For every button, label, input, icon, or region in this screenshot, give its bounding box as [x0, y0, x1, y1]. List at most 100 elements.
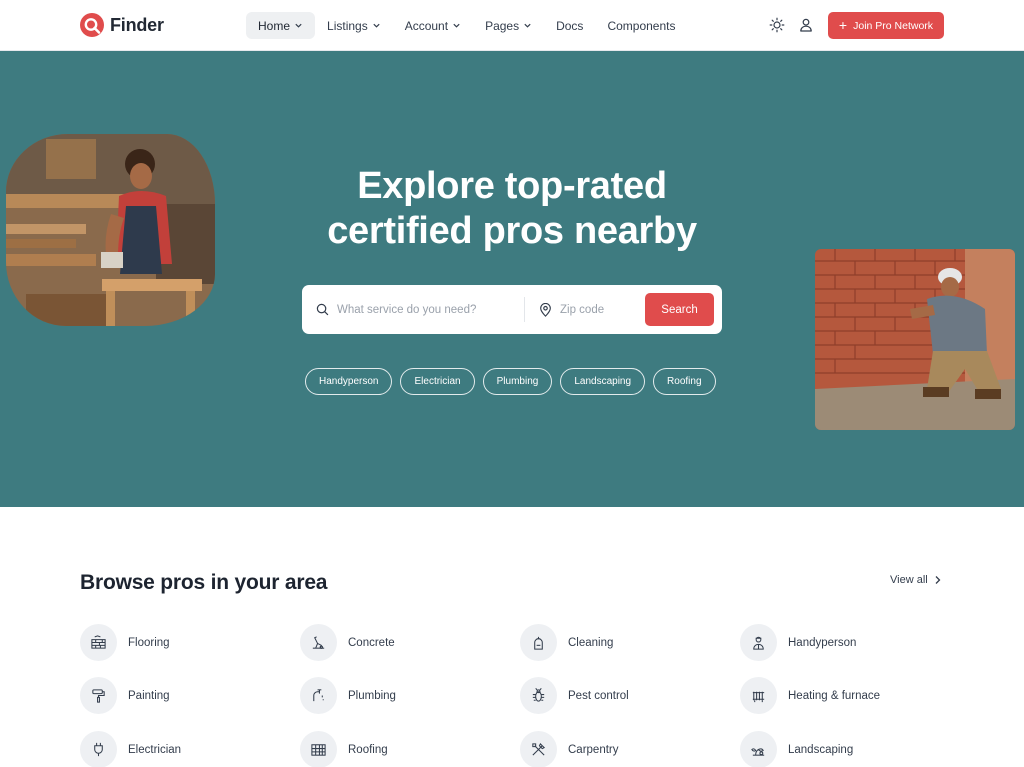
- flooring-icon-wrap: [80, 624, 117, 661]
- chip-landscaping[interactable]: Landscaping: [560, 368, 646, 395]
- category-label: Painting: [128, 689, 170, 702]
- category-label: Handyperson: [788, 636, 857, 649]
- search-divider: [524, 297, 525, 322]
- chip-plumbing[interactable]: Plumbing: [482, 368, 553, 395]
- sun-icon[interactable]: [769, 17, 785, 33]
- concrete-icon-wrap: [300, 624, 337, 661]
- roof-tiles-icon-wrap: [300, 731, 337, 767]
- hero-image-woodworker: [6, 134, 215, 326]
- browse-title: Browse pros in your area: [80, 571, 328, 594]
- category-carpentry[interactable]: Carpentry: [520, 731, 619, 767]
- main-nav: Home Listings Account Pages Docs Compone…: [246, 12, 687, 39]
- handyperson-icon: [753, 636, 764, 650]
- category-roofing[interactable]: Roofing: [300, 731, 388, 767]
- nav-listings[interactable]: Listings: [315, 12, 393, 39]
- roof-tiles-icon: [311, 744, 326, 756]
- hero-section: Explore top-rated certified pros nearby …: [0, 51, 1024, 507]
- category-heating-furnace[interactable]: Heating & furnace: [740, 677, 880, 714]
- quick-category-chips: Handyperson Electrician Plumbing Landsca…: [305, 368, 716, 395]
- view-all-label: View all: [890, 574, 928, 586]
- nav-home-label: Home: [258, 18, 291, 33]
- faucet-icon: [313, 689, 324, 702]
- category-plumbing[interactable]: Plumbing: [300, 677, 396, 714]
- category-concrete[interactable]: Concrete: [300, 624, 395, 661]
- nav-account[interactable]: Account: [393, 12, 473, 39]
- concrete-icon: [312, 636, 325, 649]
- map-pin-icon: [540, 302, 551, 317]
- chevron-right-icon: [935, 576, 941, 584]
- tools-icon-wrap: [520, 731, 557, 767]
- woodworker-illustration: [6, 134, 215, 326]
- plug-icon-wrap: [80, 731, 117, 767]
- nav-pages[interactable]: Pages: [473, 12, 544, 39]
- bug-icon: [532, 688, 545, 702]
- category-pest-control[interactable]: Pest control: [520, 677, 629, 714]
- faucet-icon-wrap: [300, 677, 337, 714]
- paint-roller-icon-wrap: [80, 677, 117, 714]
- category-electrician[interactable]: Electrician: [80, 731, 181, 767]
- category-label: Electrician: [128, 743, 182, 756]
- search-button[interactable]: Search: [645, 293, 714, 326]
- logo[interactable]: Finder: [80, 13, 164, 37]
- chevron-down-icon: [295, 23, 302, 28]
- category-label: Heating & furnace: [788, 689, 881, 702]
- radiator-icon-wrap: [740, 677, 777, 714]
- chip-handyperson[interactable]: Handyperson: [305, 368, 393, 395]
- category-label: Pest control: [568, 689, 629, 702]
- nav-pages-label: Pages: [485, 18, 520, 33]
- brand-name: Finder: [110, 14, 164, 35]
- nav-listings-label: Listings: [327, 18, 368, 33]
- category-label: Concrete: [348, 636, 395, 649]
- nav-components[interactable]: Components: [595, 12, 687, 39]
- zip-code-input[interactable]: [560, 303, 630, 316]
- plus-icon: +: [838, 17, 848, 33]
- category-label: Carpentry: [568, 743, 619, 756]
- plug-icon: [94, 742, 103, 757]
- chip-electrician[interactable]: Electrician: [400, 368, 475, 395]
- site-header: Finder Home Listings Account Pages Docs …: [0, 0, 1024, 51]
- view-all-link[interactable]: View all: [890, 574, 941, 586]
- hero-title-line-2: certified pros nearby: [327, 210, 697, 252]
- category-painting[interactable]: Painting: [80, 677, 170, 714]
- hero-title-line-1: Explore top-rated: [357, 165, 667, 207]
- search-icon: [316, 303, 329, 316]
- category-handyperson[interactable]: Handyperson: [740, 624, 856, 661]
- category-label: Plumbing: [348, 689, 396, 702]
- category-cleaning[interactable]: Cleaning: [520, 624, 613, 661]
- nav-components-label: Components: [607, 18, 676, 33]
- service-field[interactable]: [316, 285, 516, 334]
- user-icon[interactable]: [798, 17, 814, 33]
- chevron-down-icon: [524, 23, 531, 28]
- paint-roller-icon: [92, 689, 105, 703]
- category-landscaping[interactable]: Landscaping: [740, 731, 853, 767]
- category-flooring[interactable]: Flooring: [80, 624, 170, 661]
- builder-illustration: [815, 249, 1015, 430]
- category-label: Landscaping: [788, 743, 854, 756]
- zip-field[interactable]: [539, 285, 639, 334]
- chip-roofing[interactable]: Roofing: [653, 368, 716, 395]
- flooring-icon: [91, 635, 106, 649]
- cleaning-icon: [534, 636, 543, 650]
- service-search-input[interactable]: [337, 303, 507, 316]
- search-box: Search: [302, 285, 722, 334]
- chevron-down-icon: [373, 23, 380, 28]
- category-label: Roofing: [348, 743, 388, 756]
- chevron-down-icon: [453, 23, 460, 28]
- bug-icon-wrap: [520, 677, 557, 714]
- handyperson-icon-wrap: [740, 624, 777, 661]
- cleaning-icon-wrap: [520, 624, 557, 661]
- landscaping-icon-wrap: [740, 731, 777, 767]
- nav-docs-label: Docs: [556, 18, 584, 33]
- join-pro-network-label: Join Pro Network: [853, 19, 934, 32]
- nav-docs[interactable]: Docs: [544, 12, 595, 39]
- tools-icon: [532, 742, 546, 756]
- join-pro-network-button[interactable]: + Join Pro Network: [828, 12, 944, 39]
- radiator-icon: [752, 691, 765, 703]
- category-label: Cleaning: [568, 636, 614, 649]
- nav-account-label: Account: [404, 18, 449, 33]
- nav-home[interactable]: Home: [246, 12, 316, 39]
- category-label: Flooring: [128, 636, 170, 649]
- landscaping-icon: [751, 748, 765, 756]
- logo-mark-icon: [80, 13, 104, 37]
- hero-image-builder: [815, 249, 1015, 430]
